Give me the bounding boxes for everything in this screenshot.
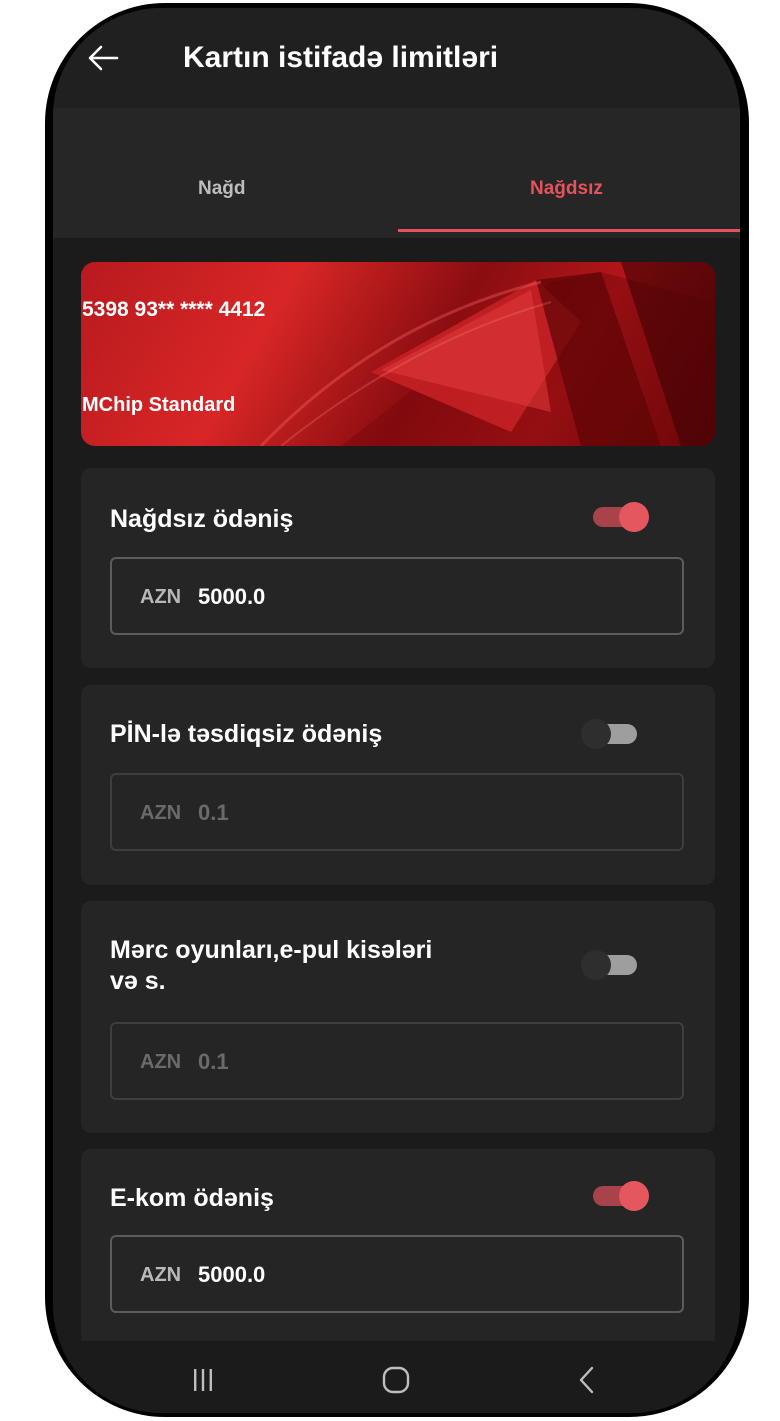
- limit-title: E-kom ödəniş: [110, 1184, 274, 1212]
- tab-nagd[interactable]: Nağd: [198, 178, 246, 200]
- toggle-knob: [581, 950, 611, 980]
- active-tab-indicator: [398, 229, 740, 232]
- home-icon[interactable]: [381, 1365, 411, 1395]
- tab-bar: Nağd Nağdsız: [53, 108, 740, 238]
- card-background-art: [259, 262, 715, 446]
- card-number: 5398 93** **** 4412: [82, 298, 266, 321]
- amount-value: 5000.0: [198, 584, 266, 609]
- arrow-left-icon[interactable]: [83, 38, 123, 78]
- amount-value: 5000.0: [198, 1262, 266, 1287]
- betting-ewallets-toggle[interactable]: [581, 948, 639, 980]
- currency-label: AZN: [140, 1264, 182, 1286]
- ecommerce-payment-amount-input[interactable]: AZN 5000.0: [110, 1235, 684, 1313]
- tab-nagdsiz[interactable]: Nağdsız: [530, 178, 603, 200]
- cashless-payment-amount-input[interactable]: AZN 5000.0: [110, 557, 684, 635]
- ecommerce-payment-toggle[interactable]: [593, 1179, 651, 1211]
- cashless-payment-toggle[interactable]: [593, 500, 651, 532]
- currency-label: AZN: [140, 586, 182, 608]
- limit-title-line-1: Mərc oyunları,e-pul kisələri: [110, 936, 433, 964]
- toggle-knob: [619, 1181, 649, 1211]
- limit-panel-ecommerce-payment: E-kom ödəniş AZN 5000.0: [81, 1149, 715, 1349]
- limit-panel-contactless-no-pin: PİN-lə təsdiqsiz ödəniş AZN 0.1: [81, 685, 715, 885]
- card-type: MChip Standard: [82, 394, 236, 416]
- contactless-no-pin-amount-input[interactable]: AZN 0.1: [110, 773, 684, 851]
- betting-ewallets-amount-input[interactable]: AZN 0.1: [110, 1022, 684, 1100]
- limit-panel-betting-ewallets: Mərc oyunları,e-pul kisələri və s. AZN 0…: [81, 901, 715, 1133]
- app-screen: Kartın istifadə limitləri Nağd Nağdsız 5…: [53, 8, 740, 1413]
- contactless-no-pin-toggle[interactable]: [581, 717, 639, 749]
- toggle-knob: [581, 719, 611, 749]
- page-title: Kartın istifadə limitləri: [183, 41, 499, 74]
- currency-label: AZN: [140, 802, 182, 824]
- system-navigation-bar: [53, 1341, 740, 1413]
- chevron-left-icon[interactable]: [575, 1365, 599, 1395]
- recent-apps-icon[interactable]: [191, 1365, 215, 1395]
- toggle-knob: [619, 502, 649, 532]
- currency-label: AZN: [140, 1051, 182, 1073]
- app-bar: Kartın istifadə limitləri: [53, 8, 740, 108]
- limit-title: Nağdsız ödəniş: [110, 505, 294, 533]
- limit-title: PİN-lə təsdiqsiz ödəniş: [110, 720, 383, 748]
- limit-title-line-2: və s.: [110, 967, 166, 995]
- amount-value: 0.1: [198, 1049, 229, 1074]
- bank-card: [81, 262, 715, 446]
- limit-panel-cashless-payment: Nağdsız ödəniş AZN 5000.0: [81, 468, 715, 668]
- amount-value: 0.1: [198, 800, 229, 825]
